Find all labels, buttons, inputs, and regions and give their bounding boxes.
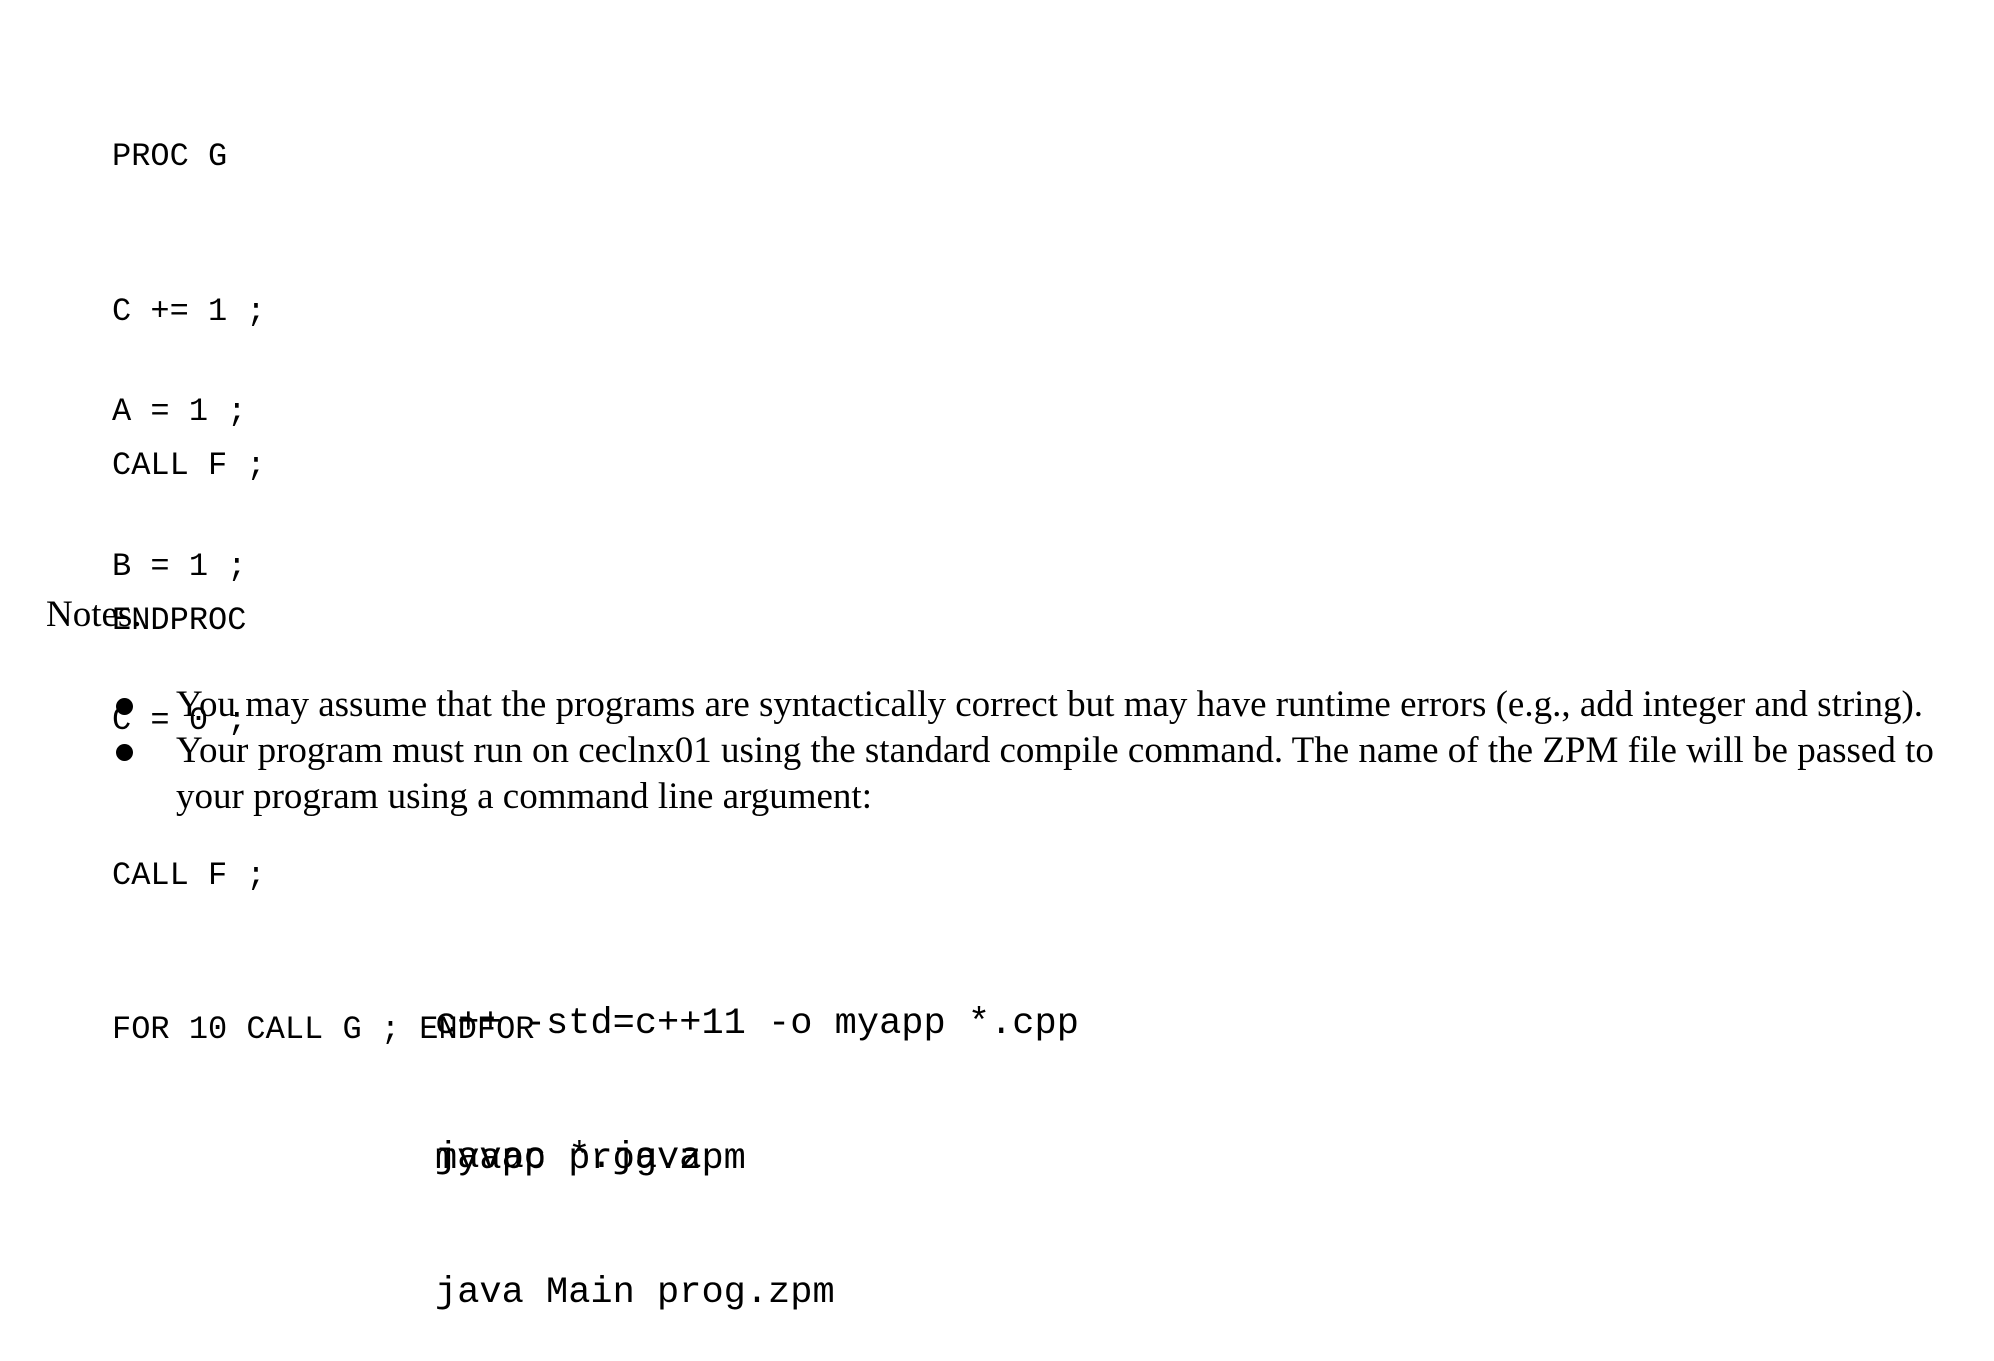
- java-command-block: javac *.java java Main prog.zpm: [435, 1046, 835, 1361]
- bullet-icon: [116, 744, 133, 761]
- notes-list: You may assume that the programs are syn…: [0, 682, 1994, 820]
- command-line: javac *.java: [435, 1137, 702, 1179]
- code-line: B = 1 ;: [112, 547, 247, 585]
- note-text: Your program must run on ceclnx01 using …: [176, 730, 1934, 817]
- code-line: CALL F ;: [112, 856, 266, 894]
- bullet-icon: [116, 698, 133, 715]
- command-line: c++ -std=c++11 -o myapp *.cpp: [435, 1003, 1079, 1045]
- command-line: java Main prog.zpm: [435, 1272, 835, 1314]
- list-item: You may assume that the programs are syn…: [0, 682, 1936, 728]
- code-line: A = 1 ;: [112, 393, 247, 430]
- note-text: You may assume that the programs are syn…: [176, 684, 1924, 725]
- list-item: Your program must run on ceclnx01 using …: [0, 728, 1936, 820]
- notes-heading: Notes.: [46, 594, 142, 635]
- code-line: PROC G: [112, 138, 228, 175]
